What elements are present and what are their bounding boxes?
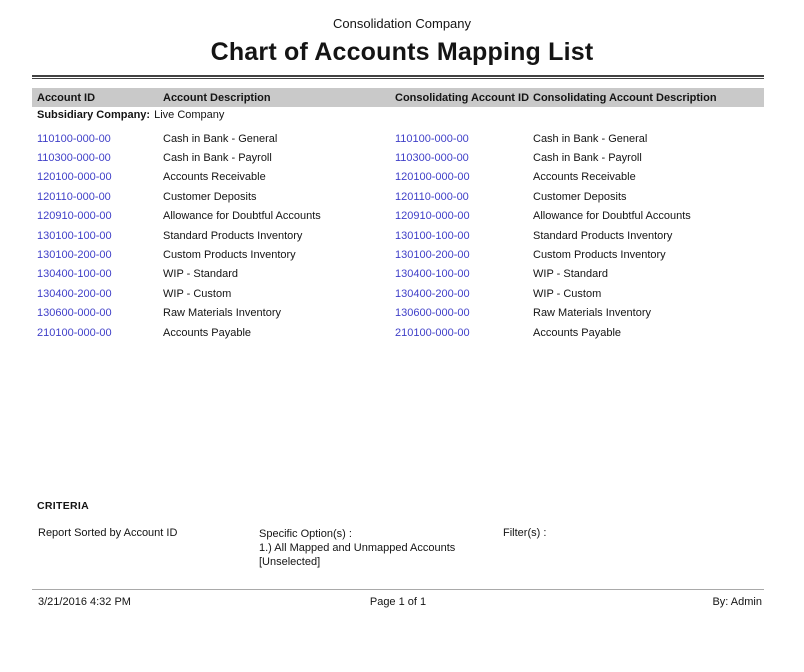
consolidating-account-description-cell: Accounts Receivable <box>533 171 764 183</box>
consolidating-account-description-cell: WIP - Custom <box>533 288 764 300</box>
consolidating-account-id-cell[interactable]: 110300-000-00 <box>395 152 533 164</box>
account-id-cell[interactable]: 130100-200-00 <box>37 249 163 261</box>
table-row: 130600-000-00 Raw Materials Inventory 13… <box>37 304 764 323</box>
table-row: 130100-200-00 Custom Products Inventory … <box>37 245 764 264</box>
account-id-cell[interactable]: 110100-000-00 <box>37 133 163 145</box>
account-id-cell[interactable]: 130400-100-00 <box>37 268 163 280</box>
title-divider <box>32 75 764 79</box>
column-header-consolidating-account-id: Consolidating Account ID <box>395 92 533 104</box>
consolidating-account-id-cell[interactable]: 110100-000-00 <box>395 133 533 145</box>
table-row: 120110-000-00 Customer Deposits 120110-0… <box>37 187 764 206</box>
group-value: Live Company <box>154 109 224 121</box>
account-description-cell: Customer Deposits <box>163 191 395 203</box>
specific-options-label: Specific Option(s) : <box>259 527 455 541</box>
consolidating-account-id-cell[interactable]: 120100-000-00 <box>395 171 533 183</box>
account-id-cell[interactable]: 130600-000-00 <box>37 307 163 319</box>
table-row: 130400-200-00 WIP - Custom 130400-200-00… <box>37 284 764 303</box>
account-id-cell[interactable]: 120100-000-00 <box>37 171 163 183</box>
specific-option-line-2: [Unselected] <box>259 555 455 569</box>
company-name: Consolidation Company <box>0 16 804 31</box>
table-rows: 110100-000-00 Cash in Bank - General 110… <box>32 129 764 342</box>
consolidating-account-description-cell: Cash in Bank - Payroll <box>533 152 764 164</box>
consolidating-account-description-cell: Cash in Bank - General <box>533 133 764 145</box>
account-description-cell: Standard Products Inventory <box>163 230 395 242</box>
consolidating-account-description-cell: Customer Deposits <box>533 191 764 203</box>
account-description-cell: Cash in Bank - General <box>163 133 395 145</box>
consolidating-account-id-cell[interactable]: 130100-200-00 <box>395 249 533 261</box>
specific-option-line-1: 1.) All Mapped and Unmapped Accounts <box>259 541 455 555</box>
column-header-consolidating-account-description: Consolidating Account Description <box>533 92 764 104</box>
specific-options: Specific Option(s) : 1.) All Mapped and … <box>259 527 455 569</box>
account-description-cell: Allowance for Doubtful Accounts <box>163 210 395 222</box>
footer-page-number: Page 1 of 1 <box>32 596 764 608</box>
column-header-account-id: Account ID <box>37 92 163 104</box>
account-id-cell[interactable]: 120110-000-00 <box>37 191 163 203</box>
table-row: 120100-000-00 Accounts Receivable 120100… <box>37 168 764 187</box>
consolidating-account-id-cell[interactable]: 120110-000-00 <box>395 191 533 203</box>
table-row: 110300-000-00 Cash in Bank - Payroll 110… <box>37 148 764 167</box>
account-id-cell[interactable]: 130100-100-00 <box>37 230 163 242</box>
account-id-cell[interactable]: 110300-000-00 <box>37 152 163 164</box>
account-description-cell: WIP - Custom <box>163 288 395 300</box>
consolidating-account-id-cell[interactable]: 120910-000-00 <box>395 210 533 222</box>
account-id-cell[interactable]: 130400-200-00 <box>37 288 163 300</box>
consolidating-account-description-cell: Allowance for Doubtful Accounts <box>533 210 764 222</box>
account-description-cell: WIP - Standard <box>163 268 395 280</box>
criteria-section: Report Sorted by Account ID Specific Opt… <box>32 527 764 575</box>
account-id-cell[interactable]: 210100-000-00 <box>37 327 163 339</box>
consolidating-account-id-cell[interactable]: 130600-000-00 <box>395 307 533 319</box>
account-description-cell: Custom Products Inventory <box>163 249 395 261</box>
consolidating-account-id-cell[interactable]: 130400-200-00 <box>395 288 533 300</box>
table-row: 130400-100-00 WIP - Standard 130400-100-… <box>37 265 764 284</box>
account-description-cell: Raw Materials Inventory <box>163 307 395 319</box>
consolidating-account-description-cell: Custom Products Inventory <box>533 249 764 261</box>
table-header-row: Account ID Account Description Consolida… <box>32 88 764 107</box>
consolidating-account-id-cell[interactable]: 130100-100-00 <box>395 230 533 242</box>
account-description-cell: Accounts Payable <box>163 327 395 339</box>
account-id-cell[interactable]: 120910-000-00 <box>37 210 163 222</box>
account-description-cell: Cash in Bank - Payroll <box>163 152 395 164</box>
footer-user: By: Admin <box>712 596 762 608</box>
footer: 3/21/2016 4:32 PM Page 1 of 1 By: Admin <box>32 596 764 610</box>
consolidating-account-description-cell: WIP - Standard <box>533 268 764 280</box>
group-label: Subsidiary Company: <box>37 109 150 121</box>
table-row: 110100-000-00 Cash in Bank - General 110… <box>37 129 764 148</box>
table-row: 120910-000-00 Allowance for Doubtful Acc… <box>37 207 764 226</box>
consolidating-account-id-cell[interactable]: 130400-100-00 <box>395 268 533 280</box>
page-title: Chart of Accounts Mapping List <box>0 38 804 67</box>
criteria-heading: CRITERIA <box>37 500 89 512</box>
consolidating-account-description-cell: Standard Products Inventory <box>533 230 764 242</box>
table-row: 130100-100-00 Standard Products Inventor… <box>37 226 764 245</box>
filters-label: Filter(s) : <box>503 527 546 539</box>
consolidating-account-description-cell: Raw Materials Inventory <box>533 307 764 319</box>
subsidiary-company-row: Subsidiary Company: Live Company <box>37 109 224 121</box>
account-description-cell: Accounts Receivable <box>163 171 395 183</box>
consolidating-account-id-cell[interactable]: 210100-000-00 <box>395 327 533 339</box>
footer-divider <box>32 589 764 590</box>
column-header-account-description: Account Description <box>163 92 395 104</box>
sort-criteria: Report Sorted by Account ID <box>38 527 177 539</box>
table-row: 210100-000-00 Accounts Payable 210100-00… <box>37 323 764 342</box>
consolidating-account-description-cell: Accounts Payable <box>533 327 764 339</box>
